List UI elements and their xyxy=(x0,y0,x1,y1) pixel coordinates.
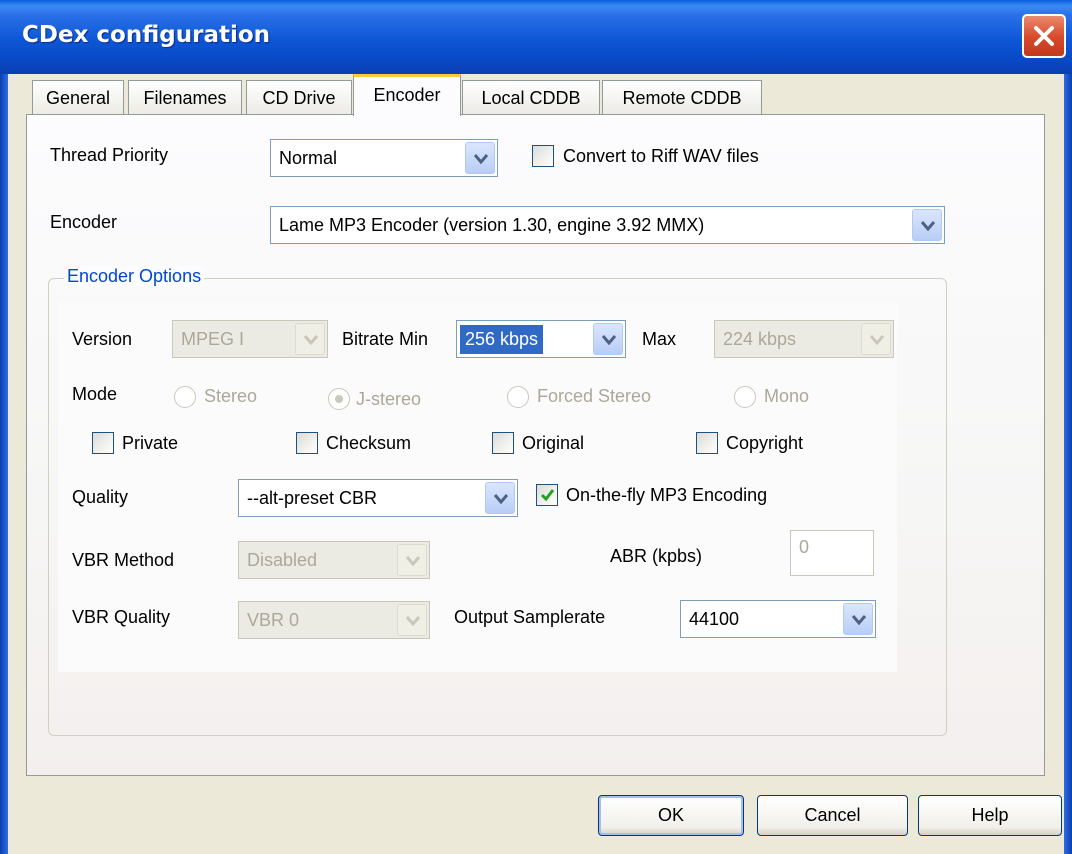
output-samplerate-label: Output Samplerate xyxy=(454,607,606,627)
output-samplerate-value: 44100 xyxy=(689,609,740,629)
title-bar[interactable]: CDex configuration xyxy=(0,0,1072,74)
cancel-button[interactable]: Cancel xyxy=(757,795,908,836)
chevron-down-icon[interactable] xyxy=(843,603,873,635)
tab-general[interactable]: General xyxy=(32,80,124,114)
private-label: Private xyxy=(122,433,179,453)
abr-value: 0 xyxy=(799,537,810,557)
checksum-checkbox[interactable] xyxy=(296,432,318,454)
quality-value: --alt-preset CBR xyxy=(247,488,378,508)
window-title: CDex configuration xyxy=(22,22,271,48)
version-select: MPEG I xyxy=(172,320,328,358)
dialog-window: CDex configuration General Filenames CD … xyxy=(0,0,1072,854)
tab-cd-drive[interactable]: CD Drive xyxy=(246,80,352,114)
bitrate-min-select[interactable]: 256 kbps xyxy=(456,320,626,358)
private-checkbox[interactable] xyxy=(92,432,114,454)
chevron-down-icon xyxy=(861,323,891,355)
vbr-method-value: Disabled xyxy=(247,550,318,570)
encoder-select[interactable]: Lame MP3 Encoder (version 1.30, engine 3… xyxy=(270,206,945,244)
tab-local-cddb[interactable]: Local CDDB xyxy=(462,80,600,114)
original-checkbox[interactable] xyxy=(492,432,514,454)
encoder-options-title: Encoder Options xyxy=(64,266,205,287)
tab-filenames[interactable]: Filenames xyxy=(128,80,242,114)
abr-input: 0 xyxy=(790,530,874,576)
mode-mono-radio xyxy=(734,386,756,408)
on-the-fly-label: On-the-fly MP3 Encoding xyxy=(566,485,768,505)
chevron-down-icon xyxy=(397,544,427,576)
original-label: Original xyxy=(522,433,585,453)
encoder-value: Lame MP3 Encoder (version 1.30, engine 3… xyxy=(279,215,705,235)
tab-remote-cddb[interactable]: Remote CDDB xyxy=(602,80,762,114)
tab-encoder[interactable]: Encoder xyxy=(353,74,461,116)
vbr-quality-select: VBR 0 xyxy=(238,601,430,639)
version-value: MPEG I xyxy=(181,329,245,349)
window-frame-right xyxy=(1064,74,1072,854)
encoder-label: Encoder xyxy=(50,212,118,232)
copyright-checkbox[interactable] xyxy=(696,432,718,454)
chevron-down-icon[interactable] xyxy=(485,482,515,514)
bitrate-max-value: 224 kbps xyxy=(723,329,797,349)
on-the-fly-checkbox[interactable] xyxy=(536,484,558,506)
quality-select[interactable]: --alt-preset CBR xyxy=(238,479,518,517)
thread-priority-label: Thread Priority xyxy=(50,145,169,165)
mode-stereo-label: Stereo xyxy=(204,386,258,406)
thread-priority-select[interactable]: Normal xyxy=(270,139,498,177)
ok-button[interactable]: OK xyxy=(598,795,744,836)
mode-jstereo-label: J-stereo xyxy=(356,389,422,409)
chevron-down-icon[interactable] xyxy=(465,142,495,174)
mode-jstereo-radio xyxy=(328,388,350,410)
checksum-label: Checksum xyxy=(326,433,412,453)
mode-mono-label: Mono xyxy=(764,386,810,406)
chevron-down-icon xyxy=(397,604,427,636)
version-label: Version xyxy=(72,329,133,349)
mode-forced-stereo-label: Forced Stereo xyxy=(537,386,652,406)
chevron-down-icon xyxy=(295,323,325,355)
chevron-down-icon[interactable] xyxy=(593,323,623,355)
chevron-down-icon[interactable] xyxy=(912,209,942,241)
vbr-method-select: Disabled xyxy=(238,541,430,579)
window-frame-left xyxy=(0,74,8,854)
abr-label: ABR (kpbs) xyxy=(610,546,703,566)
mode-forced-stereo-radio xyxy=(507,386,529,408)
mode-stereo-radio xyxy=(174,386,196,408)
output-samplerate-select[interactable]: 44100 xyxy=(680,600,876,638)
copyright-label: Copyright xyxy=(726,433,804,453)
mode-label: Mode xyxy=(72,384,118,404)
bitrate-max-label: Max xyxy=(642,329,677,349)
bitrate-min-label: Bitrate Min xyxy=(342,329,429,349)
bitrate-max-select: 224 kbps xyxy=(714,320,894,358)
convert-riff-label: Convert to Riff WAV files xyxy=(563,146,759,166)
close-button[interactable] xyxy=(1022,14,1066,58)
vbr-quality-label: VBR Quality xyxy=(72,607,171,627)
quality-label: Quality xyxy=(72,487,129,507)
thread-priority-value: Normal xyxy=(279,148,338,168)
help-button[interactable]: Help xyxy=(918,795,1062,836)
vbr-method-label: VBR Method xyxy=(72,550,175,570)
bitrate-min-value: 256 kbps xyxy=(460,325,544,354)
convert-riff-checkbox[interactable] xyxy=(532,145,554,167)
vbr-quality-value: VBR 0 xyxy=(247,610,300,630)
